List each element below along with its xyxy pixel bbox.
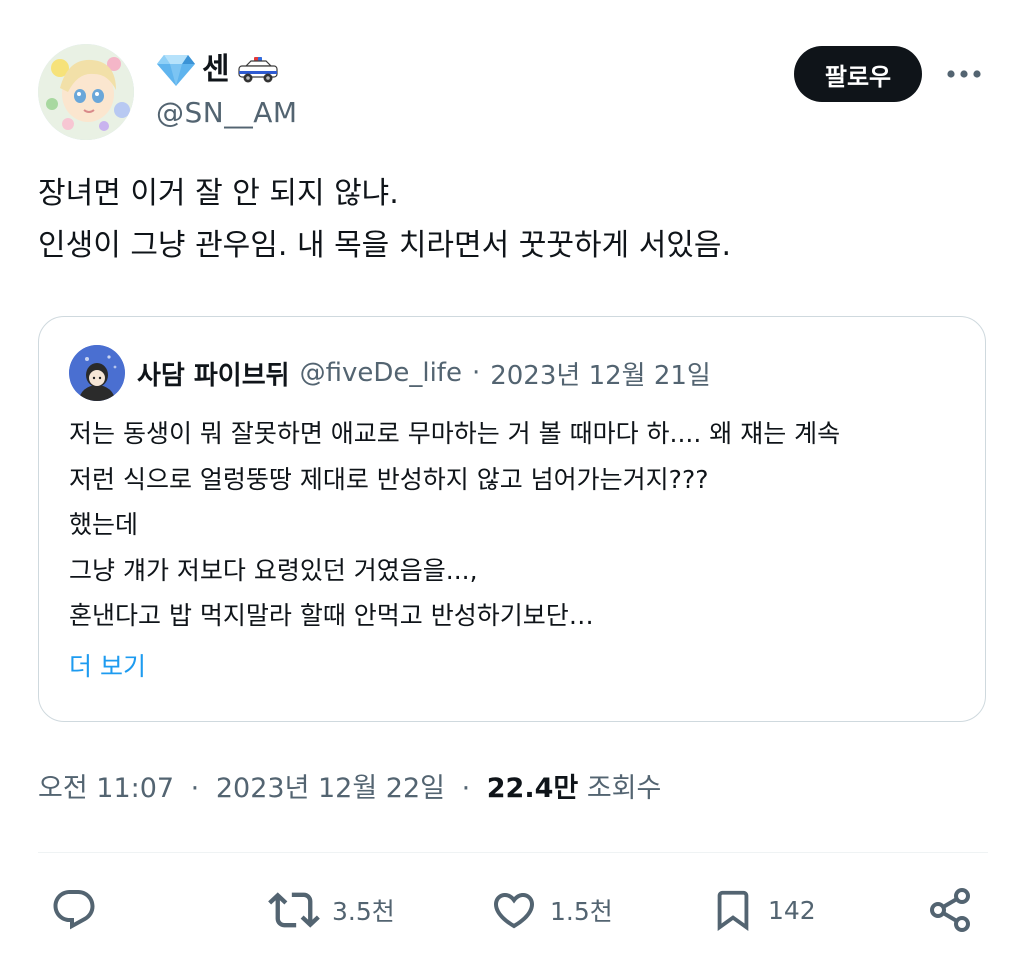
like-count: 1.5천 [550,897,613,926]
quoted-tweet[interactable]: 사담 파이브뒤 @fiveDe_life · 2023년 12월 21일 저는 … [38,316,986,722]
views-count: 22.4만 [486,773,579,804]
police-car-icon [238,57,278,83]
author-info: 센 @SN__AM [156,48,298,129]
reply-icon [53,890,95,930]
tweet-text-line: 장녀면 이거 잘 안 되지 않냐. [38,176,399,211]
quoted-author-handle: @fiveDe_life [299,358,462,388]
share-icon [930,888,970,932]
action-bar: 3.5천 1.5천 142 [0,880,1024,940]
tweet-meta: 오전 11:07 · 2023년 12월 22일 · 22.4만 조회수 [38,766,661,805]
quoted-tweet-text: 저는 동생이 뭐 잘못하면 애교로 무마하는 거 볼 때마다 하.... 왜 쟤… [69,411,959,639]
author-handle[interactable]: @SN__AM [156,96,298,129]
quoted-author-name: 사담 파이브뒤 [137,360,290,391]
tweet-date[interactable]: 2023년 12월 22일 [216,773,445,804]
author-name-row[interactable]: 센 [156,48,298,92]
quoted-text-line: 했는데 [69,510,139,539]
quoted-meta-separator: · [471,358,481,388]
quoted-text-line: 저런 식으로 얼렁뚱땅 제대로 반성하지 않고 넘어가는거지??? [69,464,709,494]
tweet-text: 장녀면 이거 잘 안 되지 않냐. 인생이 그냥 관우임. 내 목을 치라면서 … [38,168,988,272]
retweet-count: 3.5천 [332,897,395,926]
tweet-text-line: 인생이 그냥 관우임. 내 목을 치라면서 꿋꿋하게 서있음. [38,228,732,263]
reply-button[interactable] [50,880,98,940]
show-more-link[interactable]: 더 보기 [69,647,146,683]
tweet-time[interactable]: 오전 11:07 [38,773,174,804]
divider [38,852,988,853]
bookmark-count: 142 [768,895,816,925]
like-button[interactable]: 1.5천 [490,880,613,940]
retweet-icon [268,892,320,928]
share-button[interactable] [926,880,974,940]
retweet-button[interactable]: 3.5천 [268,880,395,940]
more-options-icon[interactable] [944,58,984,90]
author-avatar[interactable] [38,44,134,140]
quoted-author-avatar [69,345,125,401]
tweet-header: 센 @SN__AM 팔로우 [38,44,988,140]
bookmark-button[interactable]: 142 [710,880,816,940]
meta-separator: · [190,773,200,804]
meta-separator: · [461,773,471,804]
follow-button[interactable]: 팔로우 [794,46,922,102]
views-label: 조회수 [586,773,662,804]
quoted-text-line: 저는 동생이 뭐 잘못하면 애교로 무마하는 거 볼 때마다 하.... 왜 쟤… [69,419,841,448]
bookmark-icon [717,890,749,931]
quoted-tweet-header: 사담 파이브뒤 @fiveDe_life · 2023년 12월 21일 [69,345,711,401]
heart-icon [493,893,535,929]
quoted-text-line: 혼낸다고 밥 먹지말라 할때 안먹고 반성하기보단… [69,601,594,630]
quoted-tweet-date: 2023년 12월 21일 [490,360,711,391]
quoted-text-line: 그냥 걔가 저보다 요령있던 거였음을..., [69,555,478,585]
author-display-name[interactable]: 센 [202,48,230,92]
gem-icon [157,55,195,86]
